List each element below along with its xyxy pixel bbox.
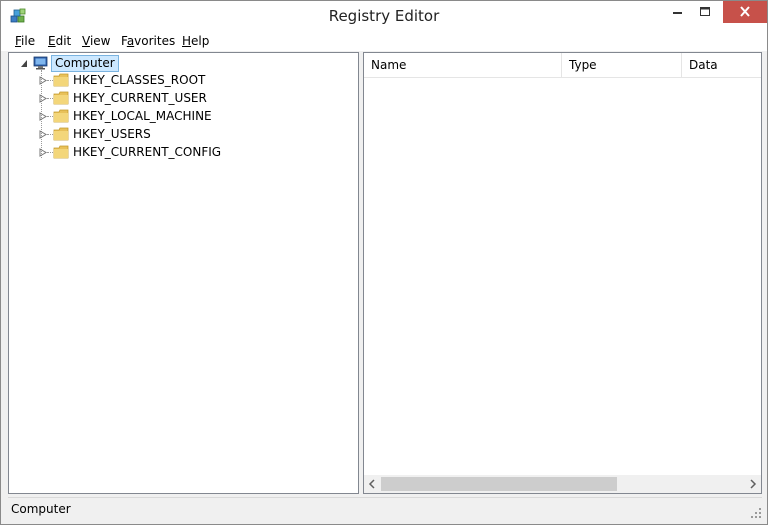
key-tree-pane[interactable]: Computer HKEY_CLASSES_ROOT HKEY_CURRENT_…	[8, 52, 359, 494]
resize-grip-icon[interactable]	[750, 507, 762, 519]
scrollbar-thumb[interactable]	[381, 477, 617, 491]
menu-bar: File Edit View Favorites Help	[1, 31, 767, 51]
column-header-name[interactable]: Name	[364, 53, 562, 78]
expand-arrow-icon[interactable]	[39, 76, 47, 85]
tree-node-hkey-current-config[interactable]: HKEY_CURRENT_CONFIG	[9, 144, 349, 161]
tree-node-computer[interactable]: Computer	[9, 55, 349, 72]
menu-view[interactable]: View	[82, 34, 110, 48]
window-title: Registry Editor	[328, 7, 440, 25]
collapse-arrow-icon[interactable]	[20, 59, 28, 68]
column-header-type[interactable]: Type	[562, 53, 682, 78]
folder-icon	[53, 109, 69, 123]
values-list-pane[interactable]: Name Type Data	[363, 52, 762, 494]
menu-file[interactable]: File	[15, 34, 35, 48]
computer-icon	[33, 56, 48, 70]
folder-icon	[53, 73, 69, 87]
list-header: Name Type Data	[364, 53, 761, 78]
maximize-icon	[700, 7, 710, 16]
close-button[interactable]	[723, 1, 767, 23]
minimize-button[interactable]	[663, 1, 691, 23]
tree-label[interactable]: HKEY_USERS	[73, 126, 151, 143]
scroll-right-icon[interactable]	[744, 475, 761, 493]
tree-label[interactable]: HKEY_CURRENT_USER	[73, 90, 207, 107]
tree-label[interactable]: HKEY_CURRENT_CONFIG	[73, 144, 221, 161]
folder-icon	[53, 91, 69, 105]
scroll-left-icon[interactable]	[364, 475, 381, 493]
tree-node-hkey-users[interactable]: HKEY_USERS	[9, 126, 349, 143]
status-path: Computer	[11, 502, 71, 516]
tree-label[interactable]: HKEY_LOCAL_MACHINE	[73, 108, 212, 125]
minimize-icon	[673, 12, 682, 14]
maximize-button[interactable]	[691, 1, 719, 23]
tree-label[interactable]: HKEY_CLASSES_ROOT	[73, 72, 205, 89]
close-icon	[740, 6, 750, 17]
horizontal-scrollbar[interactable]	[364, 475, 761, 493]
tree-node-hkey-current-user[interactable]: HKEY_CURRENT_USER	[9, 90, 349, 107]
expand-arrow-icon[interactable]	[39, 148, 47, 157]
folder-icon	[53, 145, 69, 159]
folder-icon	[53, 127, 69, 141]
column-header-data[interactable]: Data	[682, 53, 761, 78]
menu-favorites[interactable]: Favorites	[121, 34, 175, 48]
menu-edit[interactable]: Edit	[48, 34, 71, 48]
menu-help[interactable]: Help	[182, 34, 209, 48]
expand-arrow-icon[interactable]	[39, 94, 47, 103]
status-bar: Computer	[8, 497, 762, 519]
registry-editor-window: Registry Editor File Edit View Favorites…	[0, 0, 768, 525]
tree-node-hkey-local-machine[interactable]: HKEY_LOCAL_MACHINE	[9, 108, 349, 125]
tree-label-computer[interactable]: Computer	[51, 55, 119, 72]
title-bar[interactable]: Registry Editor	[1, 1, 767, 31]
expand-arrow-icon[interactable]	[39, 112, 47, 121]
tree-node-hkey-classes-root[interactable]: HKEY_CLASSES_ROOT	[9, 72, 349, 89]
expand-arrow-icon[interactable]	[39, 130, 47, 139]
